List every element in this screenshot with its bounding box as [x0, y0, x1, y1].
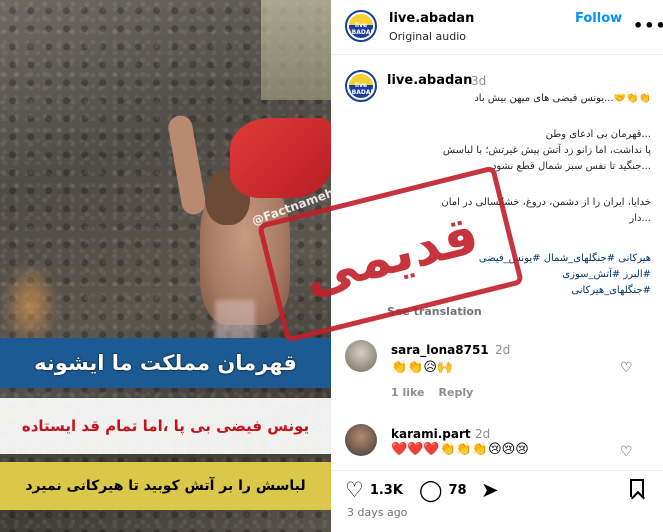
comment-time: 2d	[495, 343, 511, 357]
bookmark-icon[interactable]	[630, 479, 644, 497]
commenter-avatar[interactable]	[345, 424, 377, 456]
account-username[interactable]: live.abadan	[389, 11, 474, 26]
commenter-username[interactable]: karami.part	[391, 427, 471, 441]
avatar-logo-text: live ABADAN	[347, 82, 376, 96]
like-count: 1.3K	[369, 482, 403, 498]
comment-meta: 1 like Reply	[391, 386, 487, 399]
comment-heart-icon[interactable]: ♡	[620, 444, 633, 460]
action-bar: ♡ 1.3K ◯ 78 ➤ 3 days ago	[331, 470, 663, 532]
caption-line-1: قهرمان مملکت ما ایشونه	[0, 338, 331, 388]
more-icon[interactable]: •••	[633, 16, 663, 35]
red-cloth	[230, 118, 331, 198]
caption-line: ...جنگید تا نفس سبز شمال قطع نشود	[491, 161, 651, 172]
commenter-username[interactable]: sara_lona8751	[391, 343, 489, 357]
heart-icon: ♡	[345, 478, 364, 502]
comment-icon: ◯	[419, 478, 443, 502]
commenter-avatar[interactable]	[345, 340, 377, 372]
caption-time: 3d	[471, 74, 487, 88]
comment-button[interactable]: ◯ 78	[419, 477, 467, 503]
follow-button[interactable]: Follow	[575, 11, 622, 26]
caption-line: ...قهرمان بی ادعای وطن	[545, 129, 651, 140]
post-date: 3 days ago	[347, 506, 408, 519]
caption-avatar[interactable]: live ABADAN	[345, 70, 377, 102]
audio-label[interactable]: Original audio	[389, 30, 466, 43]
comment-time: 2d	[475, 427, 491, 441]
share-icon: ➤	[481, 478, 499, 502]
comment-text: 👏👏😥🙌	[391, 360, 454, 375]
caption-line-2: یونس فیضی بی پا ،اما تمام قد ایستاده	[0, 398, 331, 454]
comment-likes[interactable]: 1 like	[391, 386, 425, 399]
avatar-logo-text: live ABADAN	[347, 22, 376, 36]
caption-line: پا نداشت، اما زانو زد آتش پیش غیرتش؛ با …	[442, 145, 651, 156]
reply-button[interactable]: Reply	[439, 386, 474, 399]
background-grass	[261, 0, 331, 100]
comment-count: 78	[448, 482, 467, 498]
comment-heart-icon[interactable]: ♡	[620, 360, 633, 376]
like-button[interactable]: ♡ 1.3K	[345, 477, 403, 503]
share-button[interactable]: ➤	[481, 477, 499, 503]
caption-line: 👏👏🤝...یونس فیضی های میهن بیش باد	[474, 93, 651, 104]
account-avatar[interactable]: live ABADAN	[345, 10, 377, 42]
stamp-text: قدیمی	[296, 201, 485, 307]
caption-line-3: لباسش را بر آتش کوبید تا هیرکانی نمیرد	[0, 462, 331, 510]
blurred-area	[215, 300, 255, 340]
fire-glow	[0, 260, 60, 350]
caption-username[interactable]: live.abadan	[387, 73, 472, 88]
comment-text: ❤️❤️❤️👏👏👏😢😢😢	[391, 442, 529, 457]
post-header: live ABADAN live.abadan Original audio F…	[331, 0, 663, 55]
